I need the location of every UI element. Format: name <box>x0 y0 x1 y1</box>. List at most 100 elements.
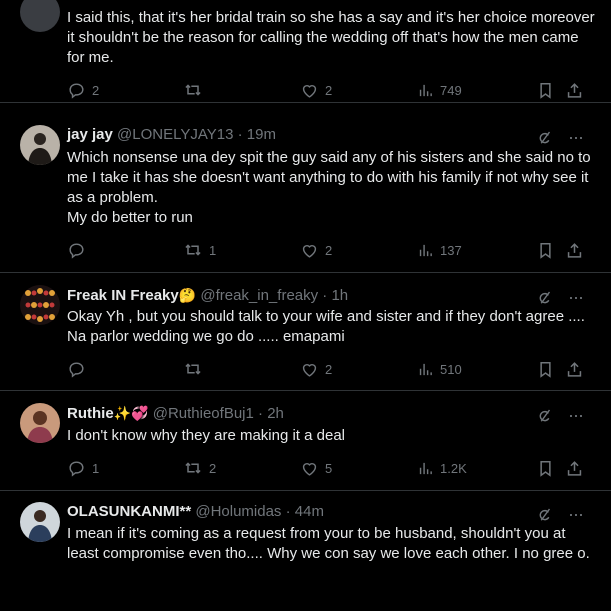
tweet-header: Ruthie✨💞 @RuthieofBuj1 · 2h <box>67 403 284 424</box>
handle[interactable]: @Holumidas <box>195 503 281 520</box>
tweet-1[interactable]: jay jay @LONELYJAY13 · 19m ··· Which non… <box>0 103 611 273</box>
like-count: 2 <box>325 82 333 98</box>
share-icon <box>565 459 584 478</box>
tweet-header: jay jay @LONELYJAY13 · 19m <box>67 125 276 145</box>
separator: · <box>285 503 291 520</box>
retweet-count: 2 <box>209 460 217 476</box>
views-button[interactable]: 137 <box>417 240 462 260</box>
reply-icon <box>67 360 86 379</box>
display-name[interactable]: Ruthie <box>67 405 114 422</box>
reply-count: 2 <box>92 82 100 98</box>
bookmark-button[interactable] <box>536 240 555 260</box>
like-button[interactable]: 2 <box>300 80 332 100</box>
grok-icon[interactable] <box>536 506 554 524</box>
retweet-icon <box>183 458 203 478</box>
views-icon <box>417 242 434 259</box>
timestamp[interactable]: 1h <box>331 287 348 304</box>
avatar[interactable] <box>20 285 60 325</box>
like-count: 5 <box>325 460 333 476</box>
more-icon[interactable]: ··· <box>568 405 584 426</box>
grok-icon[interactable] <box>536 407 554 425</box>
tweet-2[interactable]: Freak IN Freaky🤔 @freak_in_freaky · 1h ·… <box>0 273 611 391</box>
avatar[interactable] <box>20 502 60 542</box>
reply-button[interactable] <box>67 359 92 379</box>
tweet-top-icons: ··· <box>536 504 584 525</box>
views-icon <box>417 82 434 99</box>
reply-button[interactable] <box>67 240 92 260</box>
like-icon <box>300 81 319 100</box>
more-icon[interactable]: ··· <box>568 287 584 308</box>
tweet-3[interactable]: Ruthie✨💞 @RuthieofBuj1 · 2h ··· I don't … <box>0 391 611 491</box>
share-button[interactable] <box>565 240 584 260</box>
reply-button[interactable]: 2 <box>67 80 99 100</box>
tweet-text: I don't know why they are making it a de… <box>67 427 346 444</box>
share-button[interactable] <box>565 80 584 100</box>
avatar[interactable] <box>20 403 60 443</box>
like-button[interactable]: 2 <box>300 240 332 260</box>
tweet-top-icons: ··· <box>536 127 584 148</box>
bookmark-button[interactable] <box>536 458 555 478</box>
like-icon <box>300 360 319 379</box>
name-emoji: ✨💞 <box>113 405 149 421</box>
like-count: 2 <box>325 242 333 258</box>
tweet-top-icons: ··· <box>536 405 584 426</box>
views-button[interactable]: 749 <box>417 80 462 100</box>
timestamp[interactable]: 19m <box>247 126 276 143</box>
separator: · <box>322 287 328 304</box>
retweet-button[interactable]: 1 <box>183 240 216 260</box>
tweet-text-line: Which nonsense una dey spit the guy said… <box>67 149 591 206</box>
like-icon <box>300 241 319 260</box>
share-button[interactable] <box>565 458 584 478</box>
share-button[interactable] <box>565 359 584 379</box>
bookmark-icon <box>536 360 555 379</box>
share-icon <box>565 81 584 100</box>
display-name[interactable]: Freak IN Freaky <box>67 287 179 304</box>
tweet-header: Freak IN Freaky🤔 @freak_in_freaky · 1h <box>67 285 348 306</box>
reply-icon <box>67 459 86 478</box>
like-count: 2 <box>325 361 333 377</box>
bookmark-button[interactable] <box>536 80 555 100</box>
more-icon[interactable]: ··· <box>568 127 584 148</box>
bookmark-icon <box>536 241 555 260</box>
bookmark-icon <box>536 81 555 100</box>
separator: · <box>237 126 243 143</box>
handle[interactable]: @LONELYJAY13 <box>117 126 233 143</box>
share-icon <box>565 241 584 260</box>
views-button[interactable]: 1.2K <box>417 458 467 478</box>
retweet-button[interactable]: 2 <box>183 458 216 478</box>
reply-icon <box>67 81 86 100</box>
views-count: 137 <box>440 242 462 258</box>
reply-button[interactable]: 1 <box>67 458 99 478</box>
more-icon[interactable]: ··· <box>568 504 584 525</box>
timestamp[interactable]: 44m <box>295 503 324 520</box>
retweet-button[interactable] <box>183 359 209 379</box>
like-button[interactable]: 5 <box>300 458 332 478</box>
tweet-text: Which nonsense una dey spit the guy said… <box>67 148 597 228</box>
display-name[interactable]: OLASUNKANMI** <box>67 503 191 520</box>
name-emoji: 🤔 <box>178 287 197 303</box>
display-name[interactable]: jay jay <box>67 126 113 143</box>
tweet-4[interactable]: OLASUNKANMI** @Holumidas · 44m ··· I mea… <box>0 491 611 611</box>
like-button[interactable]: 2 <box>300 359 332 379</box>
handle[interactable]: @RuthieofBuj1 <box>153 405 254 422</box>
views-count: 1.2K <box>440 460 467 476</box>
timestamp[interactable]: 2h <box>267 405 284 422</box>
reply-count: 1 <box>92 460 100 476</box>
views-button[interactable]: 510 <box>417 359 462 379</box>
avatar[interactable] <box>20 0 60 32</box>
like-icon <box>300 459 319 478</box>
views-count: 510 <box>440 361 462 377</box>
avatar[interactable] <box>20 125 60 165</box>
action-bar: 2 2 749 <box>67 80 587 100</box>
retweet-icon <box>183 240 203 260</box>
bookmark-button[interactable] <box>536 359 555 379</box>
grok-icon[interactable] <box>536 289 554 307</box>
tweet-header: OLASUNKANMI** @Holumidas · 44m <box>67 502 324 522</box>
tweet-0[interactable]: I said this, that it's her bridal train … <box>0 0 611 103</box>
retweet-button[interactable] <box>183 80 209 100</box>
grok-icon[interactable] <box>536 129 554 147</box>
retweet-icon <box>183 359 203 379</box>
handle[interactable]: @freak_in_freaky <box>200 287 318 304</box>
action-bar: 2 510 <box>67 359 587 379</box>
views-count: 749 <box>440 82 462 98</box>
